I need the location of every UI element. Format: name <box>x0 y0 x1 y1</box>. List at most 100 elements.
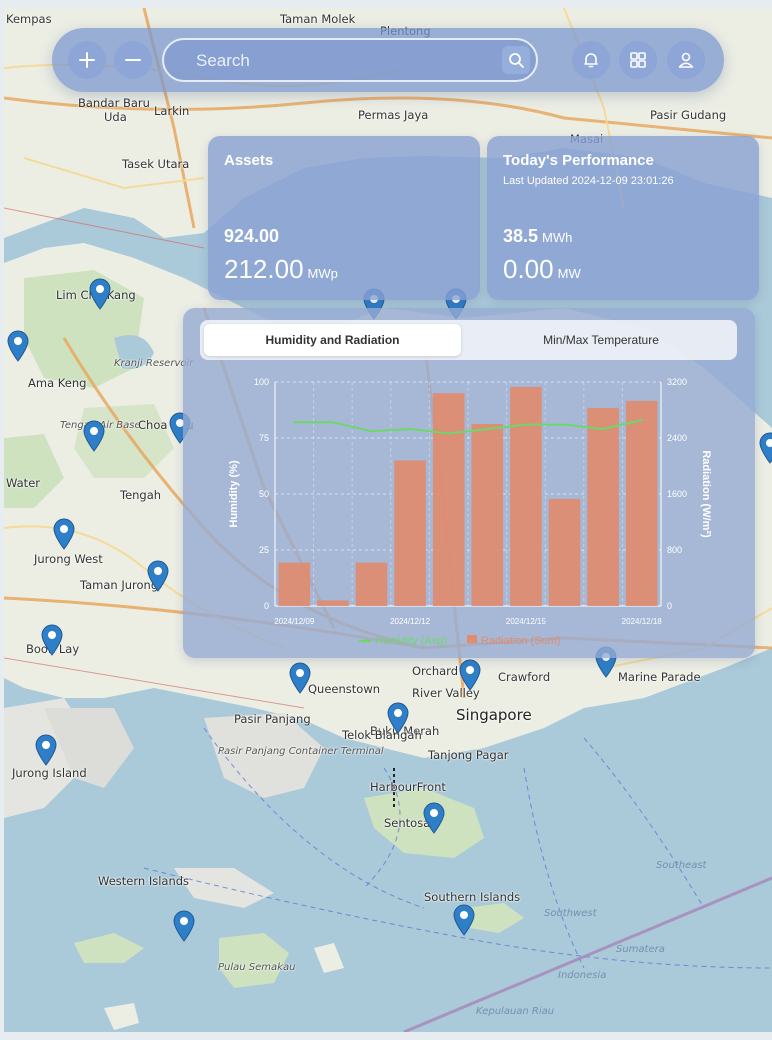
x-tick-label: 2024/12/18 <box>622 617 663 626</box>
map-label: Indonesia <box>558 970 607 981</box>
map-label: Telok Blangah <box>342 728 422 742</box>
x-tick-label: 2024/12/12 <box>390 617 431 626</box>
map-pin-icon[interactable] <box>387 702 409 734</box>
user-profile-button[interactable] <box>667 41 705 79</box>
map-pin-icon[interactable] <box>459 659 481 691</box>
humidity-point <box>524 423 528 426</box>
top-toolbar <box>52 28 724 92</box>
plus-icon <box>79 52 95 68</box>
map-pin-icon[interactable] <box>7 330 29 362</box>
y2-tick-label: 1600 <box>667 489 687 499</box>
map-label: Pasir Panjang <box>234 712 311 726</box>
map-label: Queenstown <box>308 682 381 696</box>
performance-energy: 38.5 MWh <box>503 226 572 247</box>
map-label: Southwest <box>544 908 597 919</box>
performance-power: 0.00 MW <box>503 254 581 285</box>
legend-radiation-swatch <box>467 635 477 643</box>
map-pin-icon[interactable] <box>89 278 111 310</box>
humidity-radiation-chart: 0 25 50 75 100 0 800 1600 2400 3200 2024/12/09 2024… <box>228 377 712 647</box>
map-label: Tanjong Pagar <box>428 748 509 762</box>
map-label: Pulau Semakau <box>218 962 296 973</box>
y-tick-label: 50 <box>259 489 269 499</box>
map-label: HarbourFront <box>370 780 446 794</box>
map-pin-icon[interactable] <box>759 432 772 464</box>
legend-radiation-label: Radiation (Sum) <box>481 635 560 647</box>
zoom-out-button[interactable] <box>114 41 152 79</box>
map-pin-icon[interactable] <box>53 518 75 550</box>
map-label: Kranji Reservoir <box>114 358 194 369</box>
map-label: Bandar Baru <box>78 96 150 110</box>
zoom-in-button[interactable] <box>68 41 106 79</box>
x-tick-label: 2024/12/09 <box>274 617 315 626</box>
map-label: Singapore <box>456 706 532 724</box>
map-label: Southeast <box>656 860 707 871</box>
notifications-button[interactable] <box>572 41 610 79</box>
map-pin-icon[interactable] <box>41 624 63 656</box>
map-pin-icon[interactable] <box>147 560 169 592</box>
performance-card: Today's Performance Last Updated 2024-12… <box>487 136 759 300</box>
y2-tick-label: 0 <box>667 601 672 611</box>
radiation-bar <box>510 386 542 606</box>
map-pin-icon[interactable] <box>83 420 105 452</box>
map-label: Kepulauan Riau <box>476 1006 555 1017</box>
y2-tick-label: 2400 <box>667 433 687 443</box>
radiation-bar <box>278 562 311 606</box>
humidity-point <box>601 427 605 431</box>
map-label: Southern Islands <box>424 890 521 904</box>
humidity-point <box>408 427 412 431</box>
apps-button[interactable] <box>619 41 657 79</box>
map-label: Jurong West <box>34 552 103 566</box>
radiation-bar <box>587 407 619 606</box>
map-label: Tasek Utara <box>122 157 190 171</box>
map-label: Larkin <box>154 104 190 118</box>
map-pin-icon[interactable] <box>35 734 57 766</box>
legend-humidity-marker <box>363 639 367 643</box>
y-tick-label: 0 <box>264 601 269 611</box>
assets-card: Assets 924.00 212.00 MWp <box>208 136 480 300</box>
map-label: Orchard <box>412 664 459 678</box>
last-updated: Last Updated 2024-12-09 23:01:26 <box>503 175 674 187</box>
map-label: Marine Parade <box>618 670 701 684</box>
map-label: Permas Jaya <box>358 108 429 122</box>
map-label: Sumatera <box>616 944 665 955</box>
search-button[interactable] <box>502 46 530 74</box>
performance-title: Today's Performance <box>503 152 654 169</box>
radiation-bar <box>548 498 581 606</box>
legend-humidity-label: Humidity (Avg) <box>375 635 447 647</box>
map-label: Kempas <box>6 12 52 26</box>
y-tick-label: 100 <box>254 377 269 387</box>
humidity-point <box>370 430 373 433</box>
bell-icon <box>584 53 598 68</box>
radiation-bar <box>355 562 388 606</box>
y2-tick-label: 800 <box>667 545 682 555</box>
x-tick-label: 2024/12/15 <box>506 617 547 626</box>
map-label: Ama Keng <box>28 376 87 390</box>
radiation-bar <box>317 600 349 606</box>
map-pin-icon[interactable] <box>453 904 475 936</box>
humidity-point <box>447 432 450 435</box>
energy-value: 38.5 <box>503 226 539 246</box>
y2-axis-label: Radiation (W/m²) <box>700 450 712 538</box>
search-input[interactable] <box>194 49 498 73</box>
user-icon <box>678 52 694 68</box>
map-label: Jurong Island <box>12 766 87 780</box>
minus-icon <box>125 59 141 61</box>
assets-count: 924.00 <box>224 226 280 246</box>
map-pin-icon[interactable] <box>423 802 445 834</box>
y2-tick-label: 3200 <box>667 377 687 387</box>
map-label: Western Islands <box>98 874 190 888</box>
map-label: Uda <box>104 110 127 124</box>
assets-capacity-value: 212.00 <box>224 254 304 284</box>
power-unit: MW <box>557 266 581 281</box>
assets-capacity: 212.00 MWp <box>224 254 338 285</box>
map-label: Pasir Gudang <box>650 108 727 122</box>
map-pin-icon[interactable] <box>289 662 311 694</box>
humidity-point <box>563 423 566 426</box>
weather-chart-card: Humidity and Radiation Min/Max Temperatu… <box>183 308 755 658</box>
assets-capacity-unit: MWp <box>307 266 338 281</box>
map-pin-icon[interactable] <box>173 910 195 942</box>
search-box <box>162 38 538 82</box>
y-tick-label: 25 <box>259 545 269 555</box>
map-label: Taman Molek <box>280 12 356 26</box>
assets-title: Assets <box>224 152 274 169</box>
